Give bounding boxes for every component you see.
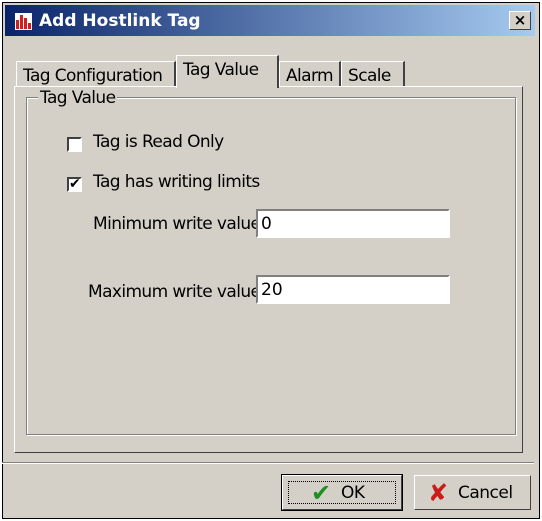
writing-limits-checkbox[interactable]: ✔ (67, 175, 82, 192)
tab-tag-value[interactable]: Tag Value (176, 55, 279, 88)
max-write-label: Maximum write value (88, 282, 261, 302)
tab-alarm[interactable]: Alarm (279, 61, 341, 86)
group-title: Tag Value (38, 88, 118, 108)
min-write-label: Minimum write value (93, 214, 261, 234)
min-write-input[interactable]: 0 (256, 209, 450, 238)
read-only-checkbox[interactable] (67, 137, 82, 152)
window-title: Add Hostlink Tag (39, 11, 201, 31)
tab-scale[interactable]: Scale (341, 61, 405, 86)
checkmark-icon: ✔ (311, 479, 331, 507)
hostlink-app-icon (15, 13, 32, 30)
tab-label: Tag Value (183, 60, 259, 80)
cancel-button[interactable]: ✘ Cancel (414, 475, 531, 510)
writing-limits-label[interactable]: Tag has writing limits (93, 172, 260, 192)
close-button[interactable]: × (509, 11, 531, 30)
max-write-input[interactable]: 20 (256, 275, 450, 304)
tab-label: Alarm (286, 66, 334, 86)
ok-label: OK (341, 483, 365, 503)
red-x-icon: ✘ (428, 479, 448, 507)
checkmark-icon: ✔ (69, 175, 81, 191)
tab-tag-configuration[interactable]: Tag Configuration (16, 61, 176, 86)
button-separator (2, 462, 534, 464)
tab-label: Tag Configuration (23, 66, 163, 86)
cancel-label: Cancel (458, 483, 513, 503)
title-bar[interactable]: Add Hostlink Tag × (5, 5, 535, 36)
read-only-label[interactable]: Tag is Read Only (93, 132, 224, 152)
ok-button[interactable]: ✔ OK (281, 474, 403, 511)
tab-label: Scale (348, 66, 391, 86)
